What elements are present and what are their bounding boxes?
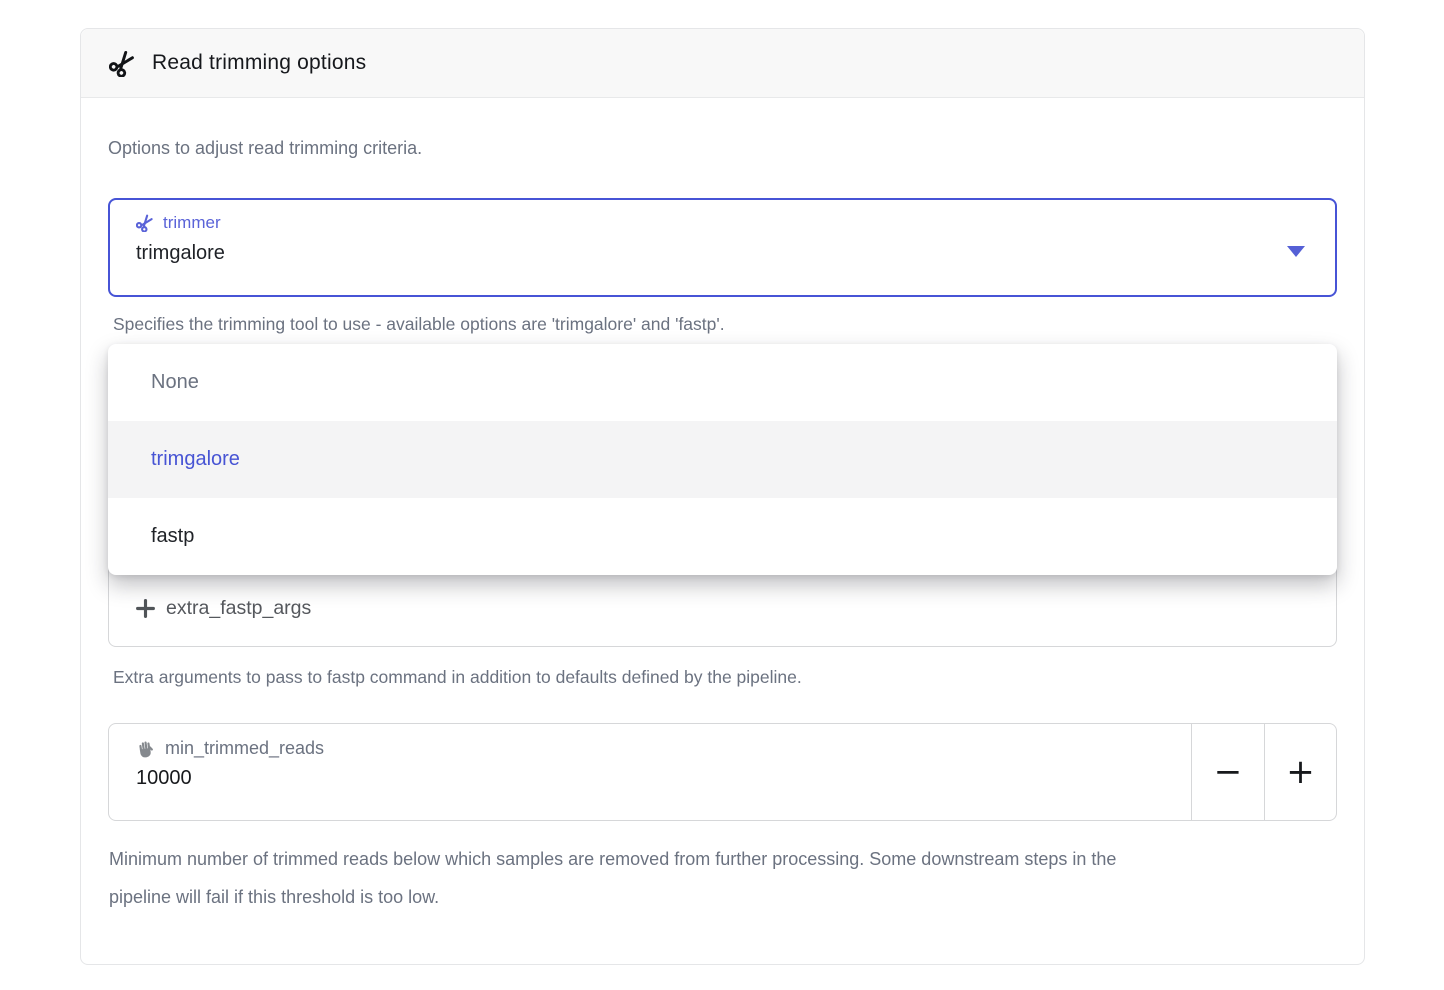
min-trimmed-reads-value: 10000 <box>136 767 1191 790</box>
min-trimmed-reads-input[interactable]: min_trimmed_reads 10000 <box>108 723 1192 821</box>
trimmer-help-text: Specifies the trimming tool to use - ava… <box>113 314 725 335</box>
min-trimmed-reads-help-text: Minimum number of trimmed reads below wh… <box>109 840 1179 916</box>
increment-button[interactable]: + <box>1265 723 1337 821</box>
dropdown-option-none[interactable]: None <box>108 344 1337 421</box>
scissors-icon <box>109 50 136 77</box>
scissors-icon <box>136 214 154 232</box>
trimmer-selected-value: trimgalore <box>136 242 1335 265</box>
min-trimmed-reads-group: min_trimmed_reads 10000 − + <box>108 723 1337 821</box>
trimmer-dropdown-menu: None trimgalore fastp <box>108 344 1337 575</box>
card-header: Read trimming options <box>81 29 1364 98</box>
card-description: Options to adjust read trimming criteria… <box>108 138 422 159</box>
min-trimmed-reads-label: min_trimmed_reads <box>165 738 324 759</box>
card-title: Read trimming options <box>152 51 366 75</box>
plus-icon <box>135 598 156 619</box>
trimmer-label: trimmer <box>163 213 221 233</box>
dropdown-option-fastp[interactable]: fastp <box>108 498 1337 575</box>
extra-fastp-args-label: extra_fastp_args <box>166 597 311 620</box>
read-trimming-options-card: Read trimming options Options to adjust … <box>80 28 1365 965</box>
trimmer-select[interactable]: trimmer trimgalore <box>108 198 1337 297</box>
decrement-button[interactable]: − <box>1192 723 1265 821</box>
dropdown-option-trimgalore[interactable]: trimgalore <box>108 421 1337 498</box>
extra-fastp-args-help-text: Extra arguments to pass to fastp command… <box>113 667 802 688</box>
hand-icon <box>136 739 156 759</box>
chevron-down-icon[interactable] <box>1287 246 1305 257</box>
